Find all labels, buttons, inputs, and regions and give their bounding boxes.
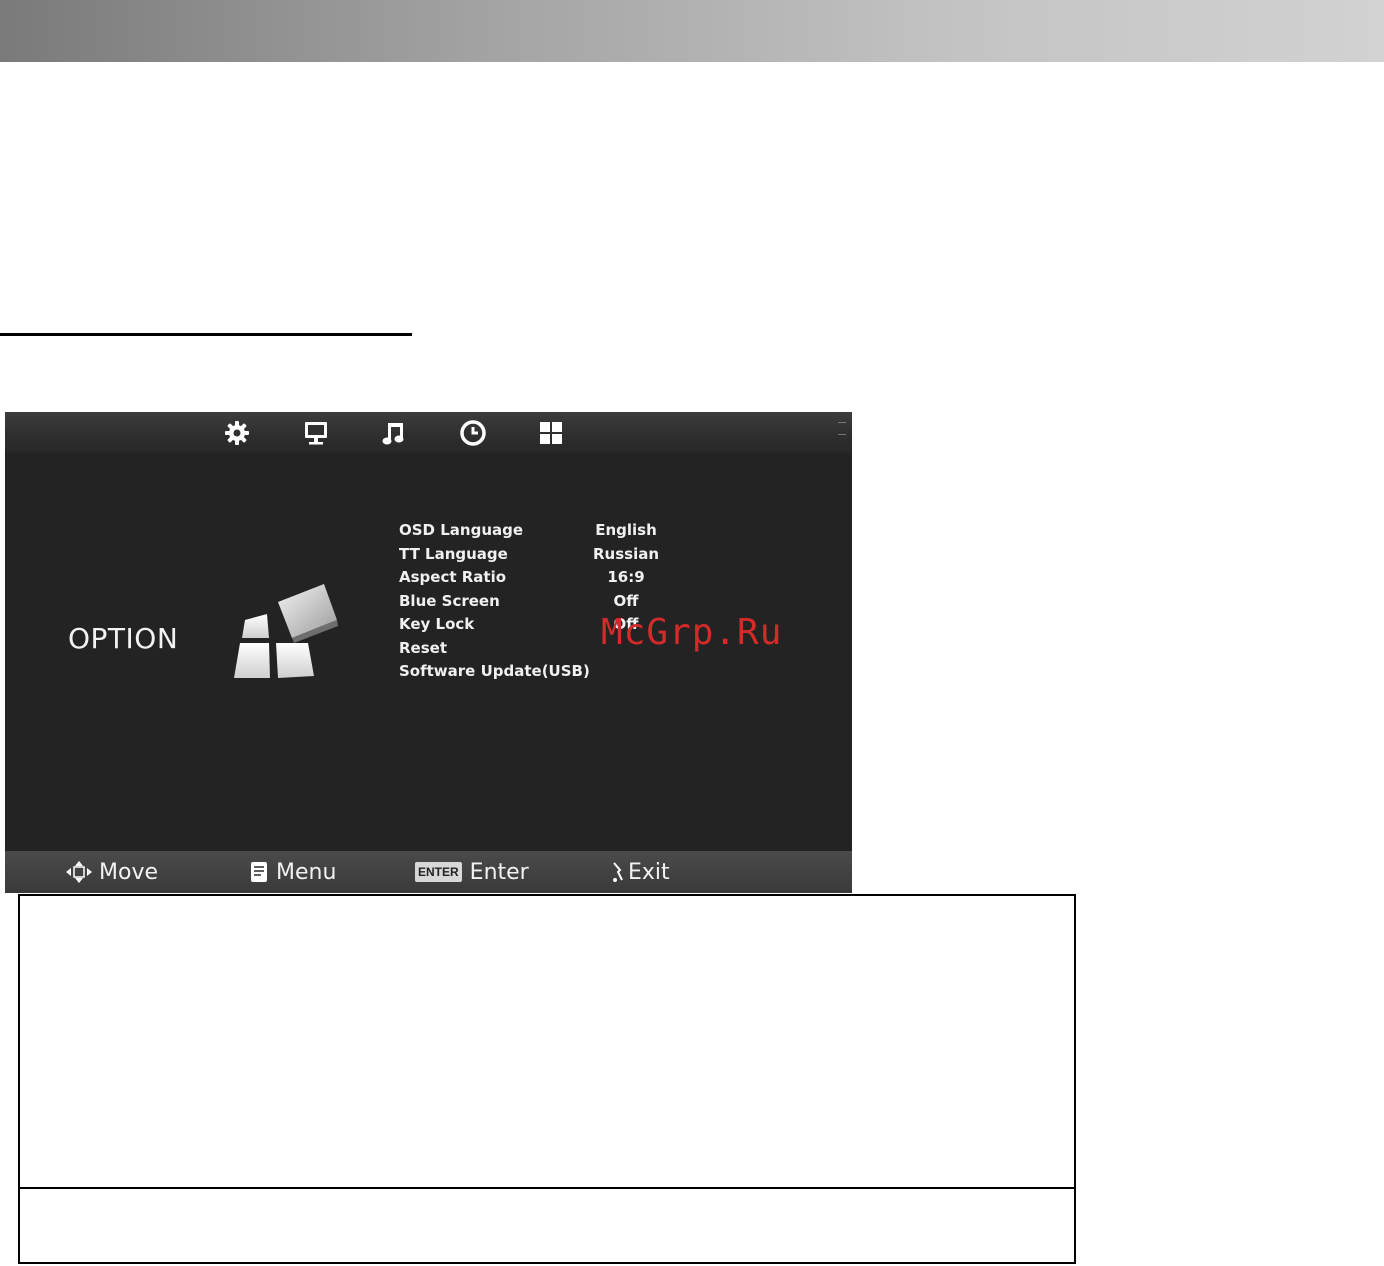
hint-move-label: Move bbox=[99, 859, 158, 885]
setting-label: Blue Screen bbox=[399, 591, 500, 610]
clock-icon[interactable] bbox=[458, 419, 488, 447]
setting-value: 16:9 bbox=[607, 568, 645, 586]
menu-doc-icon bbox=[248, 860, 270, 884]
setting-row-aspect-ratio[interactable]: Aspect Ratio 16:9 bbox=[399, 568, 779, 592]
move-arrows-icon bbox=[65, 860, 93, 884]
empty-table-frame bbox=[18, 894, 1076, 1264]
setting-label: Key Lock bbox=[399, 615, 475, 633]
grid-icon[interactable] bbox=[536, 419, 566, 447]
exit-return-icon bbox=[610, 860, 626, 884]
hint-enter-label: Enter bbox=[469, 859, 529, 885]
watermark: McGrp.Ru bbox=[601, 612, 783, 653]
hint-exit-label: Exit bbox=[628, 859, 670, 885]
setting-label: TT Language bbox=[399, 544, 508, 563]
menu-title: OPTION bbox=[68, 622, 179, 655]
hint-menu-label: Menu bbox=[276, 859, 337, 885]
tv-osd-screen: OPTION OSD Language English TT Language bbox=[5, 412, 852, 893]
table-divider bbox=[20, 1187, 1074, 1189]
setting-value: English bbox=[595, 521, 657, 539]
osd-hint-bar: Move Menu ENTER Enter Exit bbox=[5, 851, 852, 893]
hint-exit: Exit bbox=[610, 857, 670, 887]
setting-row-software-update[interactable]: Software Update(USB) bbox=[399, 662, 779, 686]
setting-value: Off bbox=[613, 591, 639, 610]
hint-menu: Menu bbox=[248, 857, 336, 887]
section-underline bbox=[0, 333, 412, 336]
settings-list: OSD Language English TT Language Russian… bbox=[399, 521, 779, 686]
osd-tab-bar bbox=[5, 412, 852, 453]
monitor-icon[interactable] bbox=[301, 419, 331, 447]
option-tiles-icon bbox=[232, 580, 342, 682]
setting-label: Reset bbox=[399, 638, 447, 657]
setting-label: OSD Language bbox=[399, 521, 524, 539]
setting-value: Russian bbox=[592, 544, 660, 563]
header-band bbox=[0, 0, 1384, 62]
setting-label: Software Update(USB) bbox=[399, 662, 590, 680]
gear-icon[interactable] bbox=[222, 419, 252, 447]
setting-label: Aspect Ratio bbox=[399, 568, 507, 586]
setting-row-osd-language[interactable]: OSD Language English bbox=[399, 521, 779, 545]
enter-key-icon: ENTER bbox=[415, 862, 462, 882]
hint-move: Move bbox=[65, 857, 158, 887]
music-note-icon[interactable] bbox=[379, 419, 409, 447]
hint-enter: ENTER Enter bbox=[415, 857, 529, 887]
setting-row-tt-language[interactable]: TT Language Russian bbox=[399, 545, 779, 569]
scroll-ticks bbox=[838, 422, 848, 448]
